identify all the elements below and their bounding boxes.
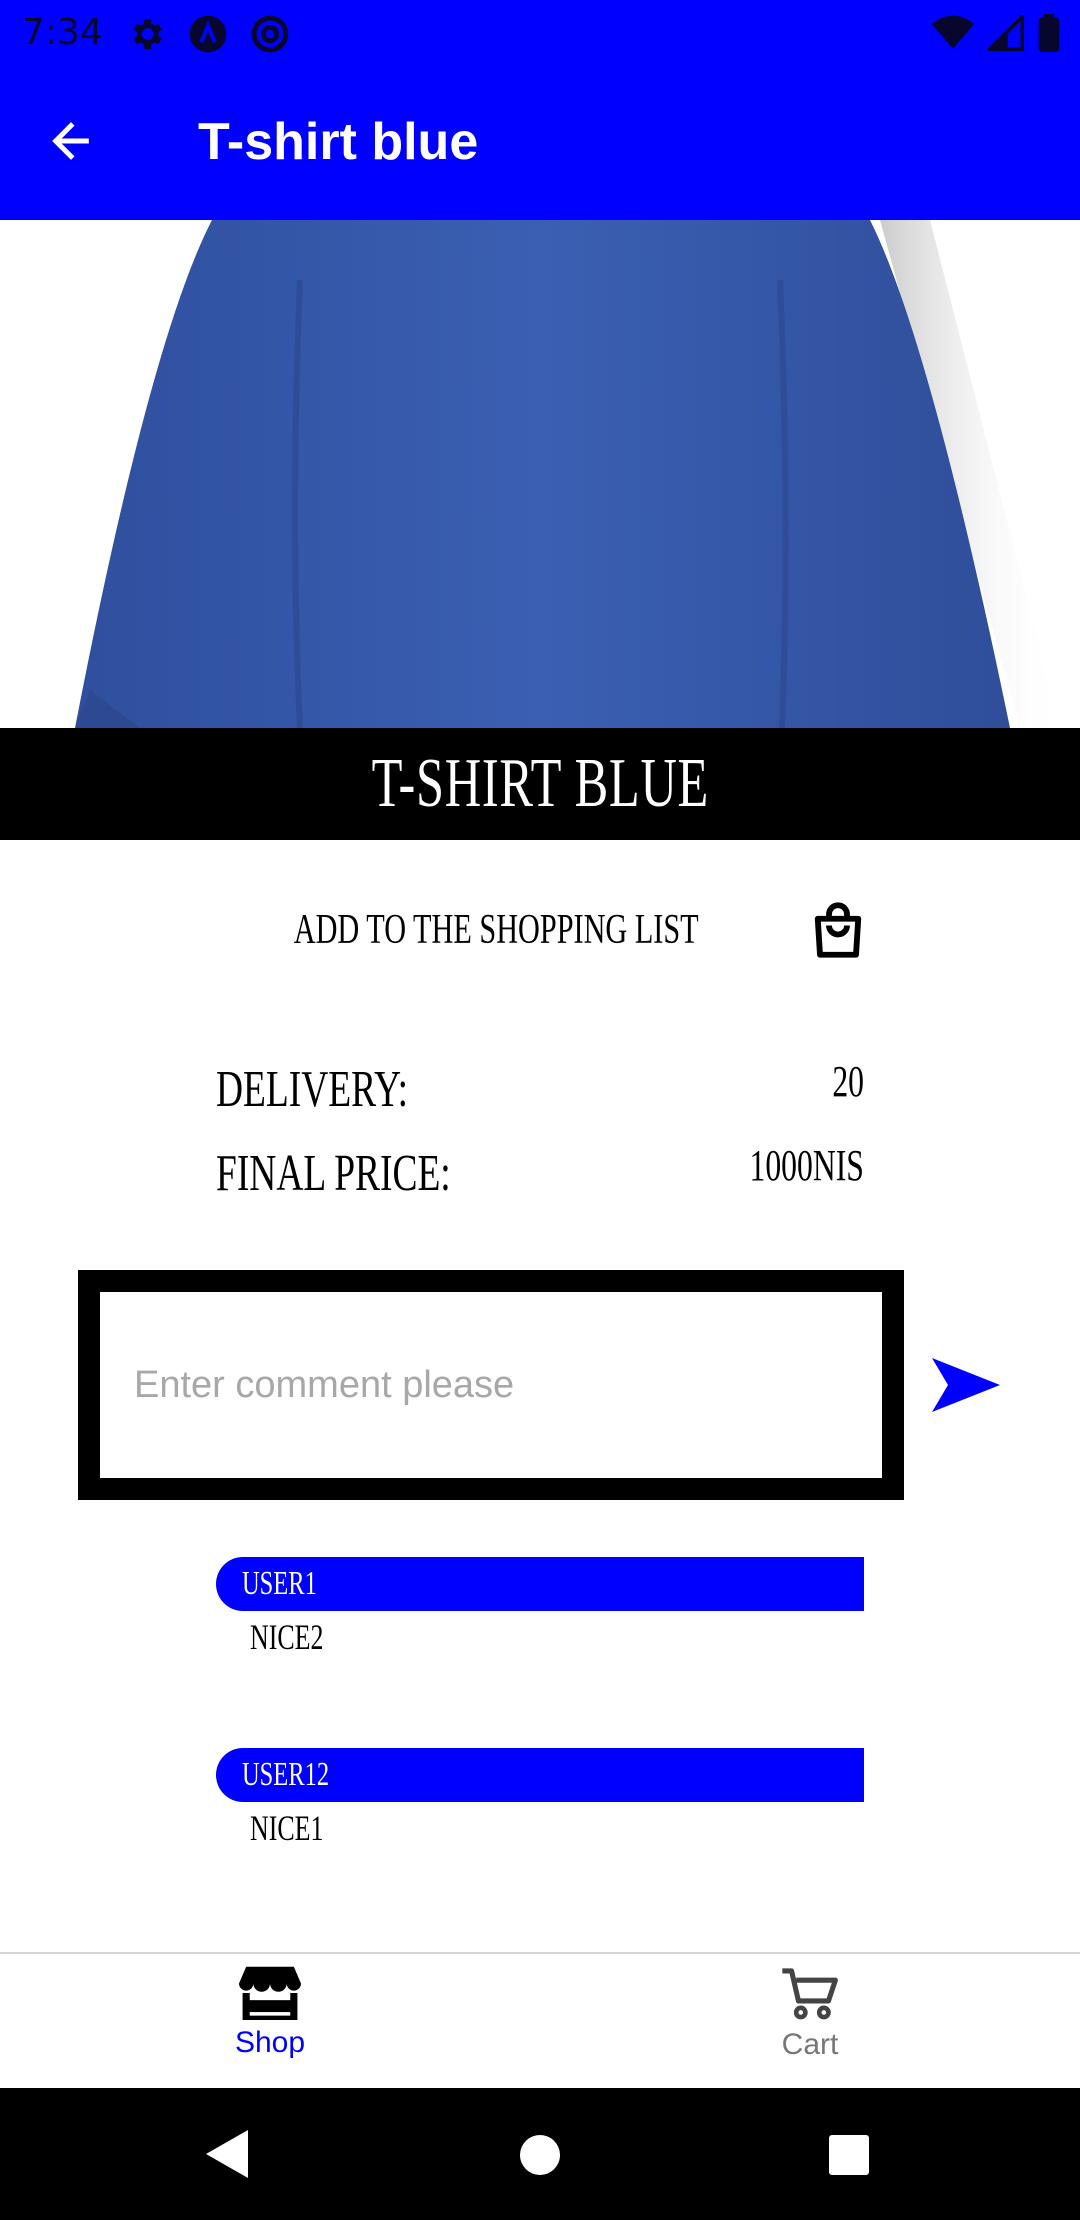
product-image [0,220,1080,728]
send-button[interactable] [928,1350,1004,1420]
signal-icon [988,15,1024,51]
comment-user: USER1 [242,1565,317,1602]
nav-shop-label: Shop [234,2026,306,2059]
nav-item-cart[interactable]: Cart [660,1966,960,2084]
recents-square-icon[interactable] [828,2134,870,2176]
cart-icon [782,1968,838,2020]
shopping-bag-icon[interactable] [811,900,865,960]
delivery-value: 20 [832,1057,864,1106]
nav-cart-label: Cart [781,2028,839,2061]
status-time: 7:34 [22,12,103,53]
final-price-value: 1000NIS [749,1141,864,1190]
a-icon [189,15,227,53]
product-name-banner: T-SHIRT BLUE [0,728,1080,840]
nav-item-shop[interactable]: Shop [120,1966,420,2084]
tshirt-image [75,220,1060,728]
status-system-icons [932,14,1060,52]
back-button[interactable] [40,110,102,172]
comment-input[interactable] [100,1292,882,1478]
comment-user: USER12 [242,1756,330,1793]
delivery-label: DELIVERY: [216,1061,409,1118]
store-icon [239,1966,301,2020]
comment-text: NICE1 [250,1808,324,1848]
back-triangle-icon[interactable] [204,2128,250,2180]
page-title: T-shirt blue [198,113,479,171]
final-price-label: FINAL PRICE: [216,1145,451,1202]
comment-text: NICE2 [250,1617,324,1657]
add-to-shopping-list-label: ADD TO THE SHOPPING LIST [293,907,699,953]
product-name: T-SHIRT BLUE [371,745,709,822]
comment-box [78,1270,904,1500]
battery-icon [1038,14,1060,52]
wifi-icon [932,15,974,49]
status-notification-icons [126,14,290,54]
back-arrow-icon [52,122,89,160]
app-bar [0,66,1080,220]
comment-user-bar: USER1 [216,1557,864,1611]
add-to-shopping-list-button[interactable]: ADD TO THE SHOPPING LIST [0,890,1080,970]
settings-icon [133,19,162,49]
send-icon [932,1358,1000,1412]
at-icon [251,15,289,53]
comment-user-bar: USER12 [216,1748,864,1802]
home-circle-icon[interactable] [518,2133,562,2177]
